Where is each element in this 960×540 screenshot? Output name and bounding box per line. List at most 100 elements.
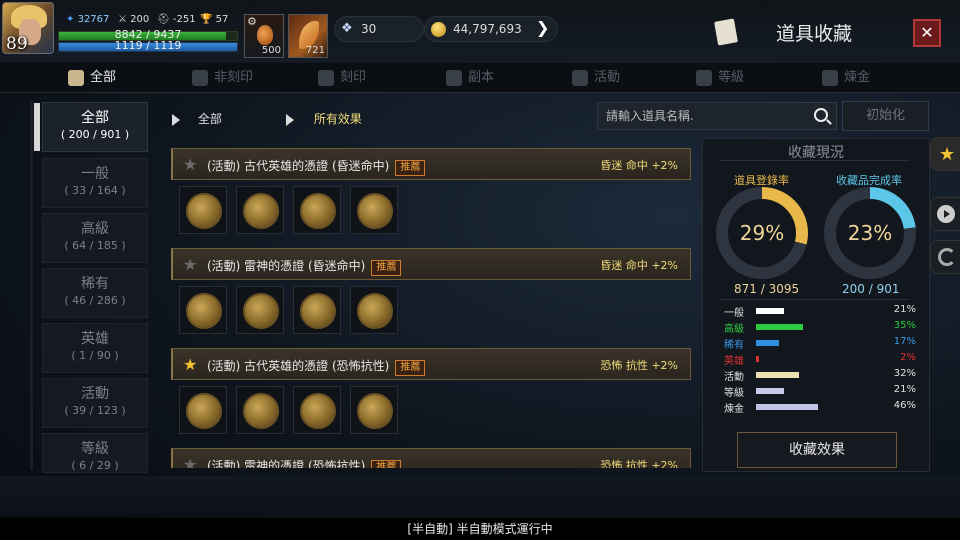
collection-item-slot[interactable] xyxy=(236,186,284,234)
quick-slot-potion[interactable]: ⚙ 500 xyxy=(244,14,284,58)
gear-icon: ⚙ xyxy=(247,15,257,28)
collection-title: (活動) 雷神的憑證 (昏迷命中) 推薦 xyxy=(207,257,402,276)
reset-button[interactable]: 初始化 xyxy=(842,101,929,131)
recommend-tag: 推薦 xyxy=(395,160,426,176)
collection-title: (活動) 古代英雄的憑證 (恐怖抗性) 推薦 xyxy=(207,357,426,376)
grade-stat-row: 煉金 46% xyxy=(724,400,920,415)
category-normal[interactable]: 一般( 33 / 164 ) xyxy=(42,158,148,208)
trophy-icon: 🏆 xyxy=(200,14,213,25)
category-all[interactable]: 全部( 200 / 901 ) xyxy=(42,102,148,152)
grade-percent: 21% xyxy=(893,304,916,315)
collection-row[interactable]: ★ (活動) 古代英雄的憑證 (恐怖抗性) 推薦 恐怖 抗性 +2% xyxy=(171,348,691,380)
tab-bar: 全部 非刻印 刻印 副本 活動 等級 煉金 xyxy=(0,63,960,93)
collection-item-slot[interactable] xyxy=(293,386,341,434)
collection-item-slot[interactable] xyxy=(179,186,227,234)
favorites-side-button[interactable]: ★ xyxy=(930,137,960,171)
grade-bar xyxy=(756,324,803,330)
grade-label: 活動 xyxy=(724,372,744,383)
collection-item-slot[interactable] xyxy=(179,286,227,334)
coin-icon xyxy=(243,293,279,329)
play-triangle xyxy=(944,210,950,218)
category-hero[interactable]: 英雄( 1 / 90 ) xyxy=(42,323,148,373)
swirl-side-button[interactable] xyxy=(930,240,960,274)
completion-rate-label: 收藏品完成率 xyxy=(836,174,902,187)
collection-item-slot[interactable] xyxy=(350,286,398,334)
gift-icon xyxy=(572,69,588,86)
grade-bar xyxy=(756,372,799,378)
coin-icon xyxy=(300,193,336,229)
play-side-button[interactable] xyxy=(930,197,960,231)
star-icon[interactable]: ★ xyxy=(183,355,197,374)
book-icon xyxy=(68,69,84,86)
collection-list[interactable]: ★ (活動) 古代英雄的憑證 (昏迷命中) 推薦 昏迷 命中 +2% ★ (活動)… xyxy=(165,138,695,468)
coin-icon xyxy=(357,293,393,329)
collection-effect-button[interactable]: 收藏效果 xyxy=(737,432,897,468)
category-rare[interactable]: 稀有( 46 / 286 ) xyxy=(42,268,148,318)
currency-expand-arrow-icon[interactable]: ❯ xyxy=(536,18,549,37)
collection-item-slot[interactable] xyxy=(179,386,227,434)
category-event[interactable]: 活動( 39 / 123 ) xyxy=(42,378,148,428)
collection-row[interactable]: ★ (活動) 雷神的憑證 (恐怖抗性) 推薦 恐怖 抗性 +2% xyxy=(171,448,691,468)
grade-label: 英雄 xyxy=(724,356,744,367)
tab-engraved[interactable]: 刻印 xyxy=(318,63,366,93)
grade-bar xyxy=(756,404,818,410)
divider xyxy=(720,299,910,300)
lv-icon xyxy=(696,69,712,86)
grade-label: 一般 xyxy=(724,308,744,319)
swirl-icon xyxy=(938,248,956,266)
collection-row[interactable]: ★ (活動) 雷神的憑證 (昏迷命中) 推薦 昏迷 命中 +2% xyxy=(171,248,691,280)
grade-bar xyxy=(756,388,784,394)
combat-power-icon: ✦ xyxy=(66,14,75,25)
coin-icon xyxy=(357,193,393,229)
quick-slot-feather[interactable]: 721 xyxy=(288,14,328,58)
grade-label: 高級 xyxy=(724,324,744,335)
tab-level[interactable]: 等級 xyxy=(696,63,744,93)
grade-stat-row: 等級 21% xyxy=(724,384,920,399)
category-level[interactable]: 等級( 6 / 29 ) xyxy=(42,433,148,473)
collection-item-slot[interactable] xyxy=(236,386,284,434)
collection-row[interactable]: ★ (活動) 古代英雄的憑證 (昏迷命中) 推薦 昏迷 命中 +2% xyxy=(171,148,691,180)
collection-item-slot[interactable] xyxy=(350,386,398,434)
close-button[interactable]: ✕ xyxy=(913,19,941,47)
grade-stat-row: 一般 21% xyxy=(724,304,920,319)
combat-power: ✦ 32767 xyxy=(66,14,110,25)
potion-icon xyxy=(257,25,273,45)
potion-count: 500 xyxy=(261,45,281,56)
collection-effect: 昏迷 命中 +2% xyxy=(600,259,678,272)
shield-icon xyxy=(318,69,334,86)
coin-icon xyxy=(300,293,336,329)
collection-title: (活動) 古代英雄的憑證 (昏迷命中) 推薦 xyxy=(207,157,426,176)
grade-stat-row: 英雄 2% xyxy=(724,352,920,367)
star-icon[interactable]: ★ xyxy=(183,255,197,274)
grade-bar xyxy=(756,356,759,362)
grade-percent: 46% xyxy=(893,400,916,411)
filter-type-dropdown[interactable]: 全部 xyxy=(172,110,222,127)
completion-count: 200 / 901 xyxy=(842,282,900,296)
tab-event[interactable]: 活動 xyxy=(572,63,620,93)
collection-item-slot[interactable] xyxy=(293,286,341,334)
collection-item-slot[interactable] xyxy=(350,186,398,234)
category-scrollbar[interactable] xyxy=(30,100,33,470)
collection-item-slot[interactable] xyxy=(236,286,284,334)
star-icon[interactable]: ★ xyxy=(183,455,197,468)
tab-non-engraved[interactable]: 非刻印 xyxy=(192,63,253,93)
star-icon[interactable]: ★ xyxy=(183,155,197,174)
tab-alchemy[interactable]: 煉金 xyxy=(822,63,870,93)
coin-icon xyxy=(186,193,222,229)
recommend-tag: 推薦 xyxy=(371,460,402,468)
collection-item-slot[interactable] xyxy=(293,186,341,234)
completion-rate-value: 23% xyxy=(847,221,893,245)
book-icon xyxy=(714,18,738,46)
feather-count: 721 xyxy=(305,45,325,56)
divider xyxy=(720,160,910,161)
tab-all[interactable]: 全部 xyxy=(68,63,116,93)
search-input[interactable]: 請輸入道具名稱. xyxy=(597,102,837,130)
coin-icon xyxy=(186,393,222,429)
triangle-right-icon xyxy=(172,113,180,126)
bottom-strip xyxy=(0,476,960,516)
grade-percent: 2% xyxy=(900,352,916,363)
grade-stat-row: 高級 35% xyxy=(724,320,920,335)
category-advanced[interactable]: 高級( 64 / 185 ) xyxy=(42,213,148,263)
tab-dungeon[interactable]: 副本 xyxy=(446,63,494,93)
filter-effect-dropdown[interactable]: 所有效果 xyxy=(286,110,362,127)
